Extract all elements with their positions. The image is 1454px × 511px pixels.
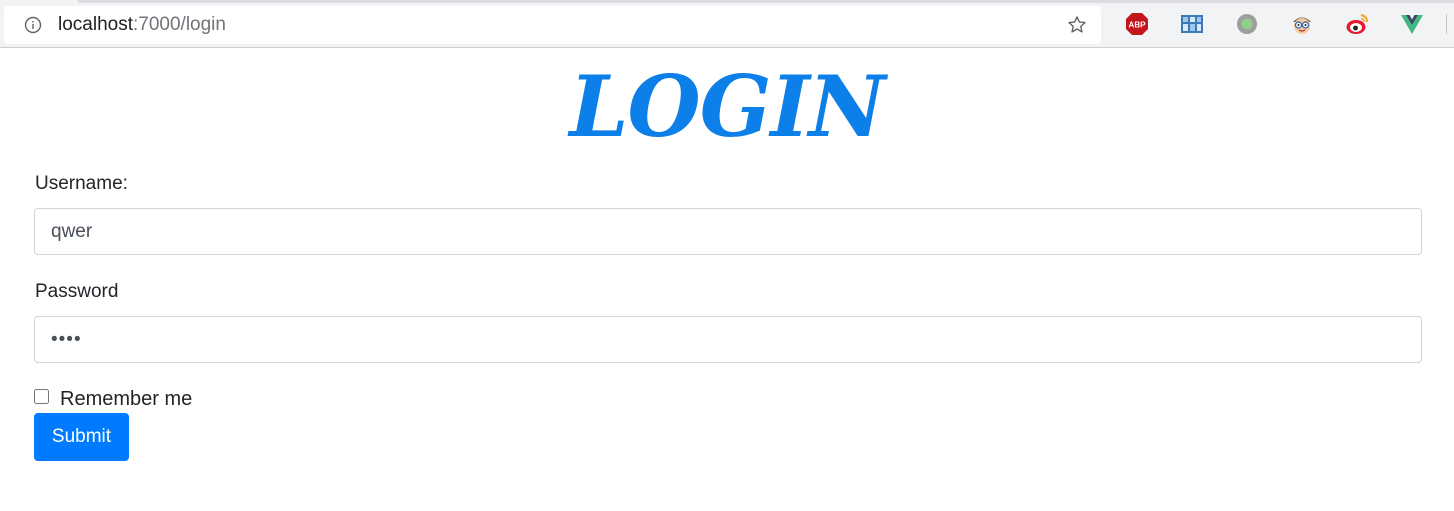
info-icon[interactable] — [24, 16, 42, 34]
url-host: localhost — [58, 14, 133, 35]
remember-me-checkbox[interactable] — [34, 389, 49, 404]
username-input[interactable] — [34, 208, 1422, 255]
browser-toolbar: localhost:7000/login ABP — [0, 0, 1454, 48]
page-title: LOGIN — [569, 57, 885, 156]
password-label: Password — [35, 281, 119, 302]
weibo-extension-icon[interactable] — [1345, 12, 1369, 36]
address-bar[interactable]: localhost:7000/login — [4, 6, 1101, 44]
adblock-plus-icon[interactable]: ABP — [1125, 12, 1149, 36]
svg-text:ABP: ABP — [1129, 21, 1147, 30]
vue-devtools-icon[interactable] — [1400, 12, 1424, 36]
green-dot-extension-icon[interactable] — [1235, 12, 1259, 36]
password-input[interactable] — [34, 316, 1422, 363]
remember-me-label[interactable]: Remember me — [60, 387, 192, 411]
url-text[interactable]: localhost:7000/login — [58, 14, 226, 36]
submit-button[interactable]: Submit — [34, 413, 129, 461]
bookmark-star-icon[interactable] — [1066, 14, 1088, 36]
spy-face-extension-icon[interactable] — [1290, 12, 1314, 36]
toolbar-separator — [1446, 14, 1447, 34]
username-label: Username: — [35, 173, 128, 194]
url-path: :7000/login — [133, 14, 226, 35]
grid-extension-icon[interactable] — [1180, 12, 1204, 36]
tab-strip-edge — [78, 0, 1454, 3]
